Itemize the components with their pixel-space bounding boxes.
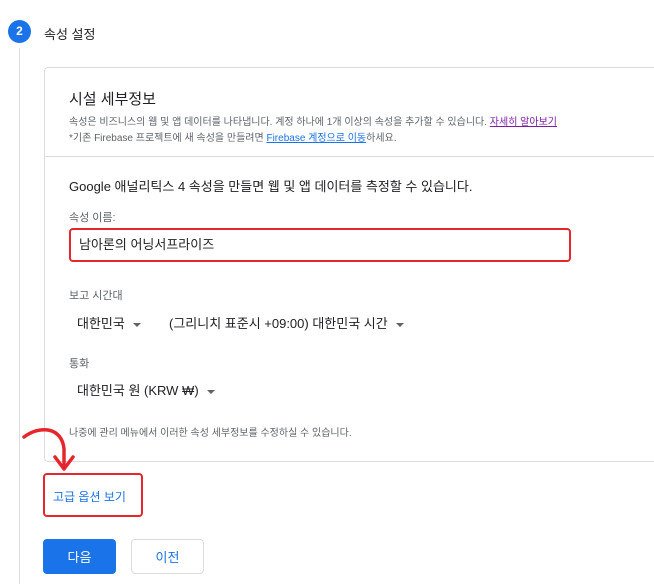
property-name-label: 속성 이름: bbox=[69, 212, 116, 224]
firebase-note-suffix: 하세요. bbox=[366, 133, 397, 144]
property-setup-card: 시설 세부정보 속성은 비즈니스의 웹 및 앱 데이터를 나타냅니다. 계정 하… bbox=[44, 67, 654, 462]
chevron-down-icon bbox=[132, 322, 141, 327]
timezone-select[interactable]: (그리니치 표준시 +09:00) 대한민국 시간 bbox=[169, 313, 404, 332]
learn-more-link[interactable]: 자세히 알아보기 bbox=[490, 117, 557, 128]
stepper-line bbox=[19, 48, 20, 584]
details-header: 시설 세부정보 속성은 비즈니스의 웹 및 앱 데이터를 나타냅니다. 계정 하… bbox=[69, 88, 654, 147]
timezone-label: 보고 시간대 bbox=[69, 290, 123, 302]
currency-label: 통화 bbox=[69, 358, 90, 370]
currency-select[interactable]: 대한민국 원 (KRW ₩) bbox=[77, 380, 215, 399]
property-name-input[interactable]: 남아론의 어닝서프라이즈 bbox=[69, 228, 571, 262]
firebase-note: *기존 Firebase 프로젝트에 새 속성을 만들려면 Firebase 계… bbox=[69, 131, 654, 147]
firebase-account-link[interactable]: Firebase 계정으로 이동 bbox=[266, 133, 366, 144]
firebase-note-prefix: *기존 Firebase 프로젝트에 새 속성을 만들려면 bbox=[69, 133, 267, 144]
currency-select-value: 대한민국 원 (KRW ₩) bbox=[77, 383, 199, 398]
helper-text: 나중에 관리 메뉴에서 이러한 속성 세부정보를 수정하실 수 있습니다. bbox=[69, 428, 352, 439]
curved-arrow-icon bbox=[22, 428, 75, 471]
country-select-value: 대한민국 bbox=[77, 316, 125, 331]
timezone-select-value: (그리니치 표준시 +09:00) 대한민국 시간 bbox=[169, 316, 388, 331]
advanced-options-highlight: 고급 옵션 보기 bbox=[43, 473, 143, 517]
details-title: 시설 세부정보 bbox=[69, 91, 156, 108]
chevron-down-icon bbox=[206, 389, 215, 394]
card-divider bbox=[45, 156, 654, 157]
step-number-badge: 2 bbox=[8, 20, 31, 43]
form-intro: Google 애널리틱스 4 속성을 만들면 웹 및 앱 데이터를 측정할 수 … bbox=[69, 179, 473, 194]
next-button[interactable]: 다음 bbox=[43, 539, 116, 574]
details-description-text: 속성은 비즈니스의 웹 및 앱 데이터를 나타냅니다. 계정 하나에 1개 이상… bbox=[69, 117, 490, 128]
details-description: 속성은 비즈니스의 웹 및 앱 데이터를 나타냅니다. 계정 하나에 1개 이상… bbox=[69, 115, 654, 131]
back-button[interactable]: 이전 bbox=[131, 539, 204, 574]
country-select[interactable]: 대한민국 bbox=[77, 313, 141, 332]
chevron-down-icon bbox=[395, 322, 404, 327]
step-title: 속성 설정 bbox=[44, 27, 96, 42]
advanced-options-link[interactable]: 고급 옵션 보기 bbox=[53, 488, 126, 505]
